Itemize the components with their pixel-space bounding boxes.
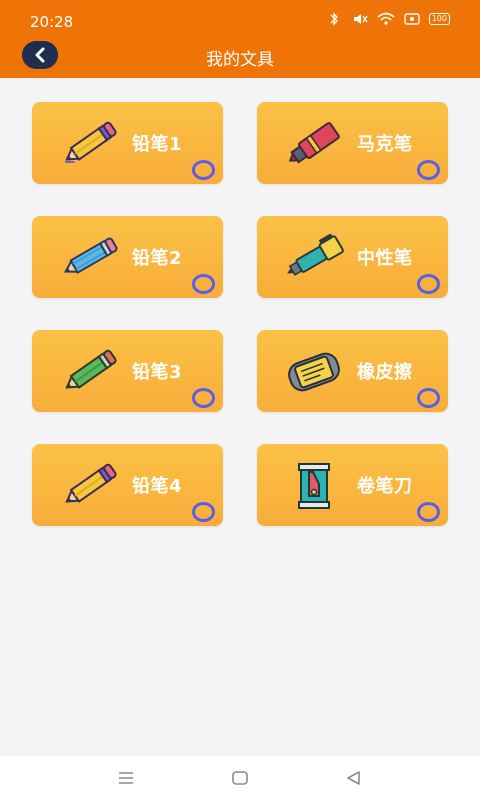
system-nav-bar [0,756,480,800]
status-icons: 100 [325,12,450,26]
item-radio[interactable] [192,160,215,180]
gel-pen-icon [287,234,344,276]
item-label: 卷笔刀 [357,476,413,497]
item-label: 铅笔1 [132,134,183,155]
wifi-icon [377,12,395,25]
menu-icon[interactable] [116,768,136,788]
item-card-pencil-1[interactable]: 铅笔1 [32,102,223,184]
pencil-green-icon [65,349,117,389]
page-title: 我的文具 [206,50,274,70]
eraser-icon [288,352,340,392]
item-radio[interactable] [192,274,215,294]
pencil-purple-icon [65,463,117,503]
pencil-purple-icon [65,121,117,163]
item-label: 中性笔 [357,248,413,269]
screen-record-icon [404,13,420,25]
item-radio[interactable] [192,502,215,522]
item-card-pencil-2[interactable]: 铅笔2 [32,216,223,298]
item-card-eraser[interactable]: 橡皮擦 [257,330,448,412]
status-bar: 20:28 100 [0,0,480,40]
item-radio[interactable] [417,160,440,180]
item-label: 铅笔2 [132,248,183,269]
item-card-sharpener[interactable]: 卷笔刀 [257,444,448,526]
bluetooth-icon [330,12,338,26]
item-card-marker[interactable]: 马克笔 [257,102,448,184]
status-time: 20:28 [30,13,74,31]
item-card-pencil-4[interactable]: 铅笔4 [32,444,223,526]
pencil-blue-icon [63,237,118,274]
item-radio[interactable] [192,388,215,408]
mute-icon [353,14,368,24]
item-radio[interactable] [417,274,440,294]
item-label: 铅笔3 [132,362,183,383]
home-icon[interactable] [230,768,250,788]
item-radio[interactable] [417,502,440,522]
sharpener-icon [298,463,330,509]
item-label: 马克笔 [357,134,413,155]
item-card-gel-pen[interactable]: 中性笔 [257,216,448,298]
item-label: 橡皮擦 [357,362,413,383]
item-radio[interactable] [417,388,440,408]
marker-icon [288,122,340,164]
title-bar: 我的文具 [0,40,480,78]
item-card-pencil-3[interactable]: 铅笔3 [32,330,223,412]
item-label: 铅笔4 [132,476,183,497]
battery-icon: 100 [428,13,450,25]
back-triangle-icon[interactable] [344,768,364,788]
